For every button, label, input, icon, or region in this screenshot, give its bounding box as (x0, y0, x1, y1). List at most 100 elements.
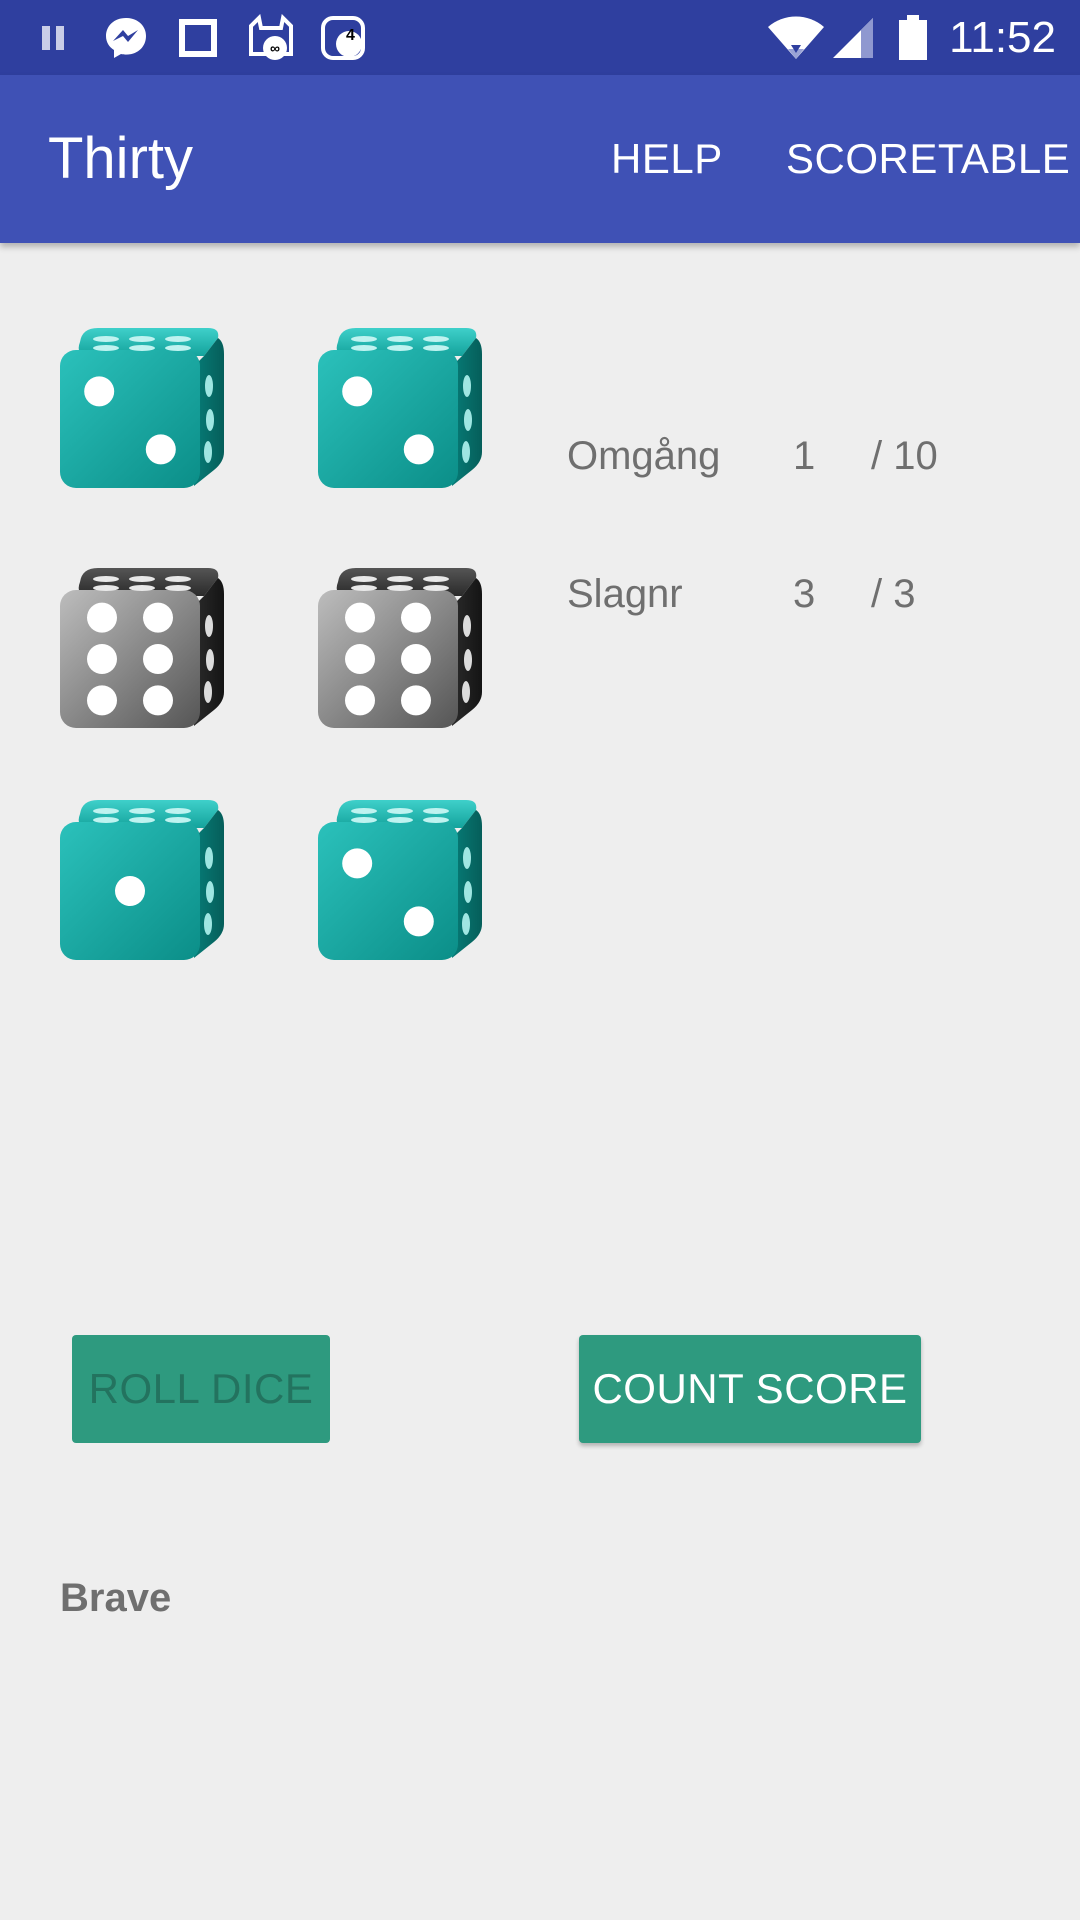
clock: 11:52 (949, 13, 1056, 62)
die-pip (115, 876, 145, 906)
die-front-face (60, 350, 200, 488)
die-side-pip (462, 441, 470, 463)
die-top-pip (387, 808, 413, 814)
die-side-pip (206, 649, 214, 671)
die-top-pip (351, 585, 377, 591)
die-pip (401, 644, 431, 674)
pause-icon (36, 0, 72, 75)
square-icon (176, 0, 220, 75)
die-top-pip (387, 336, 413, 342)
die-graphic (318, 800, 482, 960)
count-score-button[interactable]: COUNT SCORE (579, 1335, 921, 1443)
die-side-pip (205, 847, 213, 869)
die-pip (345, 602, 375, 633)
die-side-pip (463, 375, 471, 397)
die-top-pip (387, 345, 413, 351)
die-top-pip (93, 576, 119, 582)
cell-signal-icon (830, 0, 876, 75)
scoretable-button[interactable]: SCORETABLE (786, 75, 1070, 243)
die-graphic (60, 328, 224, 488)
die-top-pip (423, 808, 449, 814)
die-side-pip (204, 913, 212, 935)
notification-badge: 4 (346, 27, 355, 44)
die-1[interactable] (58, 324, 224, 490)
round-label: Omgång (567, 434, 721, 478)
die-side-pip (204, 441, 212, 463)
die-side-pip (464, 649, 472, 671)
die-top-pip (129, 576, 155, 582)
die-pip (342, 848, 373, 879)
wifi-icon (766, 0, 826, 75)
notification-count-icon: 4 (318, 0, 368, 75)
messenger-icon (100, 0, 152, 75)
die-top-pip (93, 345, 119, 351)
die-side-pip (463, 615, 471, 637)
throw-label: Slagnr (567, 572, 683, 616)
die-top-pip (423, 585, 449, 591)
die-top-pip (165, 808, 191, 814)
die-pip (403, 906, 434, 937)
die-top-pip (387, 817, 413, 823)
die-5[interactable] (58, 796, 224, 962)
die-side-pip (464, 409, 472, 431)
die-side-pip (462, 913, 470, 935)
die-top-pip (165, 336, 191, 342)
die-top-pip (423, 576, 449, 582)
die-top-pip (423, 336, 449, 342)
die-top-pip (351, 336, 377, 342)
die-front-face (60, 590, 200, 728)
die-top-pip (129, 345, 155, 351)
throw-value: 3 (793, 572, 816, 616)
die-pip (143, 602, 173, 633)
die-side-pip (462, 681, 470, 703)
cat-app-icon: ∞ (246, 0, 296, 75)
die-front-face (318, 350, 458, 488)
app-title: Thirty (48, 126, 193, 191)
die-pip (145, 434, 176, 465)
die-top-pip (93, 336, 119, 342)
die-6[interactable] (316, 796, 482, 962)
die-pip (87, 644, 117, 674)
die-graphic (60, 568, 224, 728)
die-top-pip (165, 345, 191, 351)
die-top-pip (423, 345, 449, 351)
die-top-pip (165, 576, 191, 582)
throw-total: / 3 (871, 572, 916, 616)
die-pip (403, 434, 434, 465)
die-graphic (60, 800, 224, 960)
die-top-pip (129, 336, 155, 342)
die-graphic (318, 568, 482, 728)
die-top-pip (387, 576, 413, 582)
die-2[interactable] (316, 324, 482, 490)
die-3[interactable] (58, 564, 224, 730)
roll-dice-button[interactable]: ROLL DICE (72, 1335, 330, 1443)
die-top-pip (93, 817, 119, 823)
die-pip (143, 685, 173, 716)
die-side-pip (205, 375, 213, 397)
die-side-pip (206, 881, 214, 903)
die-pip (84, 376, 115, 407)
die-top-pip (351, 808, 377, 814)
help-button[interactable]: HELP (611, 75, 723, 243)
die-pip (87, 685, 117, 716)
round-value: 1 (793, 434, 816, 478)
svg-text:∞: ∞ (270, 40, 280, 56)
die-pip (342, 376, 373, 407)
die-top-pip (129, 817, 155, 823)
die-side-pip (204, 681, 212, 703)
die-top-pip (351, 345, 377, 351)
die-graphic (318, 328, 482, 488)
die-top-pip (129, 585, 155, 591)
die-pip (143, 644, 173, 674)
die-4[interactable] (316, 564, 482, 730)
die-top-pip (93, 585, 119, 591)
die-side-pip (463, 847, 471, 869)
die-top-pip (93, 808, 119, 814)
die-top-pip (165, 585, 191, 591)
die-front-face (318, 822, 458, 960)
die-top-pip (351, 576, 377, 582)
die-side-pip (206, 409, 214, 431)
battery-icon (896, 0, 930, 75)
die-side-pip (205, 615, 213, 637)
status-bar: ∞ 4 11:52 (0, 0, 1080, 75)
